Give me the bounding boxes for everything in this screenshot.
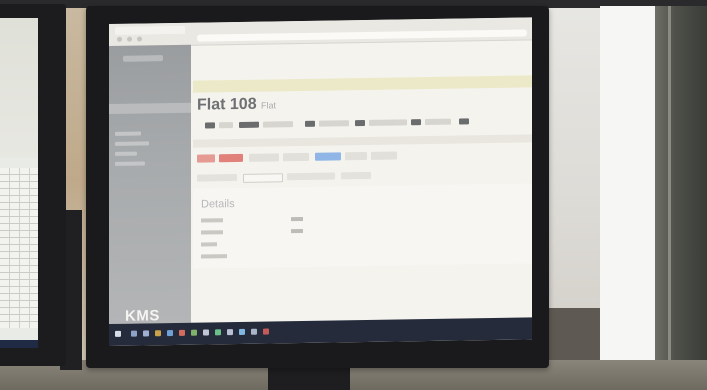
- tab-active[interactable]: [243, 173, 283, 183]
- field-label: [201, 218, 223, 223]
- meta-text: [263, 121, 293, 128]
- page-title: Flat 108: [197, 95, 257, 114]
- taskbar-app-icon[interactable]: [215, 329, 221, 336]
- taskbar-app-icon[interactable]: [143, 330, 149, 337]
- meta-text: [219, 122, 233, 129]
- taskbar-app-icon[interactable]: [263, 328, 269, 335]
- taskbar-app-icon[interactable]: [239, 328, 245, 335]
- taskbar-app-icon[interactable]: [251, 328, 257, 335]
- sidebar-header: [123, 55, 163, 62]
- tab[interactable]: [197, 173, 237, 182]
- action-button[interactable]: [283, 152, 309, 162]
- second-monitor: [0, 4, 66, 366]
- taskbar-app-icon[interactable]: [203, 329, 209, 336]
- tab[interactable]: [341, 171, 371, 180]
- sidebar-item[interactable]: [115, 131, 141, 136]
- details-panel: [193, 183, 532, 269]
- start-icon[interactable]: [115, 330, 121, 337]
- meta-text: [319, 120, 349, 127]
- sidebar-item[interactable]: [115, 141, 149, 146]
- action-button[interactable]: [345, 151, 367, 161]
- sidebar-item-active[interactable]: [109, 102, 191, 114]
- meta-badge: [305, 120, 315, 127]
- action-button[interactable]: [371, 151, 397, 160]
- browser-tab[interactable]: [115, 25, 185, 35]
- section-header: [193, 134, 532, 148]
- taskbar-app-icon[interactable]: [191, 329, 197, 336]
- action-button[interactable]: [249, 153, 279, 162]
- bright-window: [600, 6, 660, 390]
- meta-badge: [205, 122, 215, 129]
- delete-button[interactable]: [219, 153, 243, 163]
- taskbar-app-icon[interactable]: [131, 330, 137, 337]
- back-icon[interactable]: [117, 36, 122, 42]
- second-monitor-panel: [0, 18, 38, 158]
- taskbar-app-icon[interactable]: [227, 329, 233, 336]
- danger-button[interactable]: [197, 154, 215, 163]
- monitor-screen: KMS Flat 108 Flat Details: [109, 17, 532, 347]
- meta-badge: [459, 118, 469, 125]
- primary-button[interactable]: [315, 152, 341, 161]
- second-monitor-taskbar: [0, 340, 38, 348]
- photo-scene: KMS Flat 108 Flat Details: [0, 0, 707, 390]
- forward-icon[interactable]: [127, 36, 132, 42]
- spreadsheet-grid: [0, 168, 38, 328]
- meta-badge: [355, 119, 365, 127]
- folder-icon[interactable]: [155, 330, 161, 337]
- kms-logo: KMS: [125, 307, 160, 325]
- field-value: [291, 216, 303, 222]
- app-sidebar: KMS: [109, 44, 191, 325]
- tab[interactable]: [287, 172, 335, 181]
- taskbar-app-icon[interactable]: [167, 329, 173, 337]
- meta-badge: [411, 119, 421, 126]
- door-frame-edge: [668, 6, 671, 390]
- meta-text: [369, 119, 407, 126]
- taskbar-app-icon[interactable]: [179, 329, 185, 336]
- details-heading: Details: [201, 198, 235, 211]
- meta-badge: [239, 121, 259, 128]
- meta-text: [425, 118, 451, 126]
- field-label: [201, 254, 227, 259]
- sidebar-item[interactable]: [115, 161, 145, 166]
- address-bar[interactable]: [197, 29, 527, 42]
- page-subtitle: Flat: [261, 100, 277, 111]
- field-label: [201, 242, 217, 247]
- second-monitor-screen: [0, 18, 38, 348]
- notice-bar: [193, 75, 532, 93]
- sidebar-item[interactable]: [115, 151, 137, 156]
- door-frame: [655, 6, 707, 390]
- field-label: [201, 230, 223, 235]
- field-value: [291, 228, 303, 234]
- reload-icon[interactable]: [137, 36, 142, 42]
